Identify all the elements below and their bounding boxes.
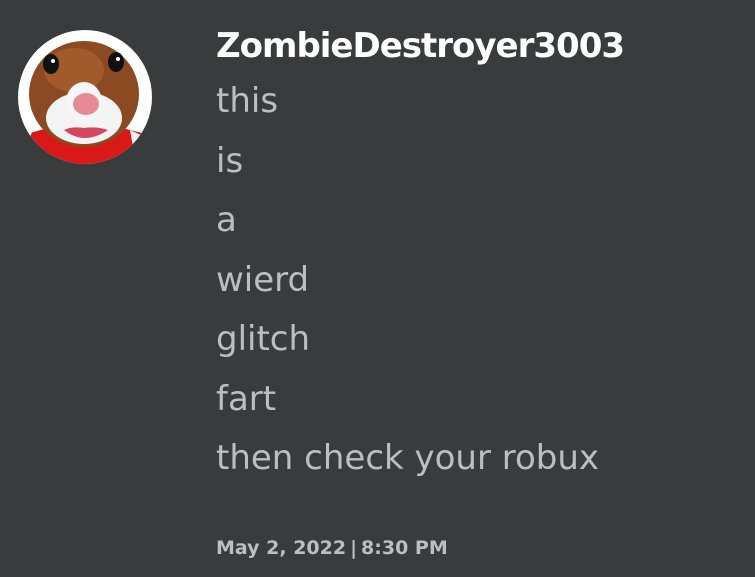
- comment-line: this: [216, 81, 279, 121]
- comment-line: wierd: [216, 259, 310, 300]
- comment-line: fart: [216, 378, 277, 419]
- comment-timestamp: May 2, 2022 | 8:30 PM: [216, 533, 448, 563]
- hamster-avatar-icon: [18, 30, 152, 164]
- user-avatar[interactable]: [18, 30, 152, 164]
- comment-body: ZombieDestroyer3003 this is a wierd glit…: [216, 20, 736, 489]
- comment-card: ZombieDestroyer3003 this is a wierd glit…: [0, 0, 755, 577]
- comment-line: then check your robux: [216, 438, 600, 478]
- timestamp-separator: |: [350, 537, 358, 559]
- comment-line: glitch: [216, 319, 311, 359]
- username-link[interactable]: ZombieDestroyer3003: [216, 20, 736, 72]
- timestamp-date: May 2, 2022: [216, 537, 347, 559]
- timestamp-time: 8:30 PM: [361, 537, 448, 559]
- comment-line: a: [216, 200, 237, 240]
- comment-message: this is a wierd glitch fart then check y…: [216, 72, 736, 489]
- comment-line: is: [216, 140, 244, 181]
